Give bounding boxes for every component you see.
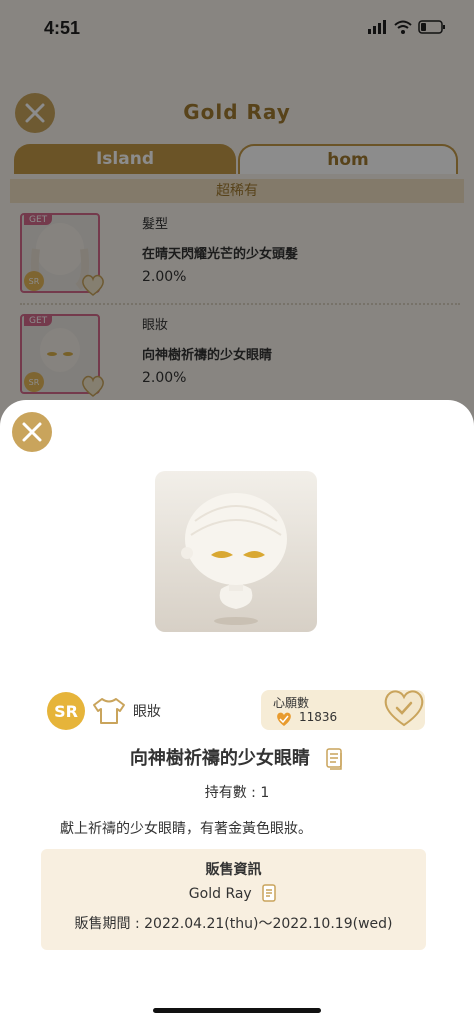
eye-makeup-preview-icon: [181, 493, 287, 625]
shirt-icon: [93, 698, 125, 724]
signal-icon: [368, 20, 386, 34]
battery-icon: [418, 20, 445, 34]
heart-badge-icon: [277, 712, 291, 726]
item-meta: SR 眼妝: [47, 692, 161, 730]
item-title: 向神樹祈禱的少女眼睛: [0, 744, 474, 770]
sheet-close-button[interactable]: [12, 412, 52, 452]
wish-heart-button[interactable]: [381, 688, 427, 728]
wifi-icon: [394, 20, 412, 34]
item-description: 獻上祈禱的少女眼睛，有著金黃色眼妝。: [60, 821, 312, 837]
sale-name: Gold Ray: [41, 884, 426, 904]
close-icon: [22, 422, 42, 442]
sale-heading: 販售資訊: [205, 862, 262, 878]
document-icon[interactable]: [262, 884, 278, 904]
item-category: 眼妝: [133, 704, 161, 720]
item-preview-image: [155, 471, 317, 632]
wish-label: 心願數: [273, 696, 310, 710]
sale-info-box: 販售資訊 Gold Ray 販售期間 : 2022.04.21(thu)～202…: [41, 849, 426, 950]
home-indicator[interactable]: [153, 1008, 321, 1013]
item-title-text: 向神樹祈禱的少女眼睛: [129, 748, 310, 769]
item-detail-sheet: SR 眼妝 心願數 11836 向神樹祈禱的少女眼睛 持有數 : 1 獻上祈禱的…: [0, 400, 474, 1024]
document-icon[interactable]: [326, 748, 344, 770]
sale-name-text: Gold Ray: [188, 886, 252, 902]
owned-count: 持有數 : 1: [204, 785, 270, 801]
status-time: 4:51: [44, 18, 81, 38]
status-bar: 4:51: [0, 0, 474, 60]
sale-period: 販售期間 : 2022.04.21(thu)～2022.10.19(wed): [74, 916, 393, 932]
sr-badge: SR: [47, 692, 85, 730]
wish-count: 11836: [299, 710, 338, 724]
